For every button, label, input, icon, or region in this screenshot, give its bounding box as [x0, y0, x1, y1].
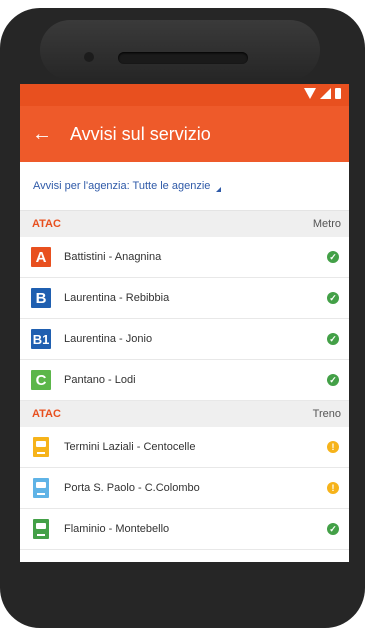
metro-a-badge-icon: A [31, 247, 51, 267]
train-icon [33, 437, 49, 457]
camera-icon [84, 52, 94, 62]
line-label: Flaminio - Montebello [64, 523, 170, 535]
section-header-treno: ATAC Treno [20, 401, 349, 427]
line-row-c[interactable]: C Pantano - Lodi ✓ [20, 360, 349, 401]
section-agency: ATAC [32, 408, 61, 420]
line-label: Laurentina - Rebibbia [64, 292, 170, 304]
status-bar [20, 84, 349, 106]
train-icon [33, 478, 49, 498]
line-label: Porta S. Paolo - C.Colombo [64, 482, 200, 494]
section-header-metro: ATAC Metro [20, 211, 349, 237]
signal-icon [320, 88, 331, 99]
agency-filter-dropdown[interactable]: Avvisi per l'agenzia: Tutte le agenzie [20, 162, 349, 211]
metro-b-badge-icon: B [31, 288, 51, 308]
line-label: Battistini - Anagnina [64, 251, 162, 263]
status-ok-icon: ✓ [327, 523, 339, 535]
line-label: Termini Laziali - Centocelle [64, 441, 196, 453]
line-label: Pantano - Lodi [64, 374, 136, 386]
status-warning-icon: ! [327, 482, 339, 494]
status-ok-icon: ✓ [327, 374, 339, 386]
line-row-b[interactable]: B Laurentina - Rebibbia ✓ [20, 278, 349, 319]
line-row-porta-s-paolo[interactable]: Porta S. Paolo - C.Colombo ! [20, 468, 349, 509]
page-title: Avvisi sul servizio [70, 123, 211, 144]
dropdown-caret-icon [216, 186, 222, 192]
back-arrow-icon[interactable]: ← [20, 123, 64, 146]
status-icons [304, 88, 341, 99]
wifi-icon [304, 88, 316, 99]
screen: ← Avvisi sul servizio Avvisi per l'agenz… [20, 84, 349, 562]
line-row-termini-centocelle[interactable]: Termini Laziali - Centocelle ! [20, 427, 349, 468]
metro-c-badge-icon: C [31, 370, 51, 390]
status-ok-icon: ✓ [327, 251, 339, 263]
status-ok-icon: ✓ [327, 292, 339, 304]
line-label: Laurentina - Jonio [64, 333, 153, 345]
status-warning-icon: ! [327, 441, 339, 453]
agency-filter-label: Avvisi per l'agenzia: Tutte le agenzie [33, 180, 211, 192]
phone-bezel-top [40, 20, 320, 80]
speaker-grille [118, 52, 248, 64]
line-row-a[interactable]: A Battistini - Anagnina ✓ [20, 237, 349, 278]
train-icon [33, 519, 49, 539]
status-ok-icon: ✓ [327, 333, 339, 345]
section-mode: Metro [312, 218, 341, 230]
app-bar: ← Avvisi sul servizio [20, 106, 349, 162]
metro-b1-badge-icon: B1 [31, 329, 51, 349]
line-row-b1[interactable]: B1 Laurentina - Jonio ✓ [20, 319, 349, 360]
line-row-flaminio[interactable]: Flaminio - Montebello ✓ [20, 509, 349, 550]
section-mode: Treno [312, 408, 341, 420]
battery-icon [335, 88, 341, 99]
section-agency: ATAC [32, 218, 61, 230]
